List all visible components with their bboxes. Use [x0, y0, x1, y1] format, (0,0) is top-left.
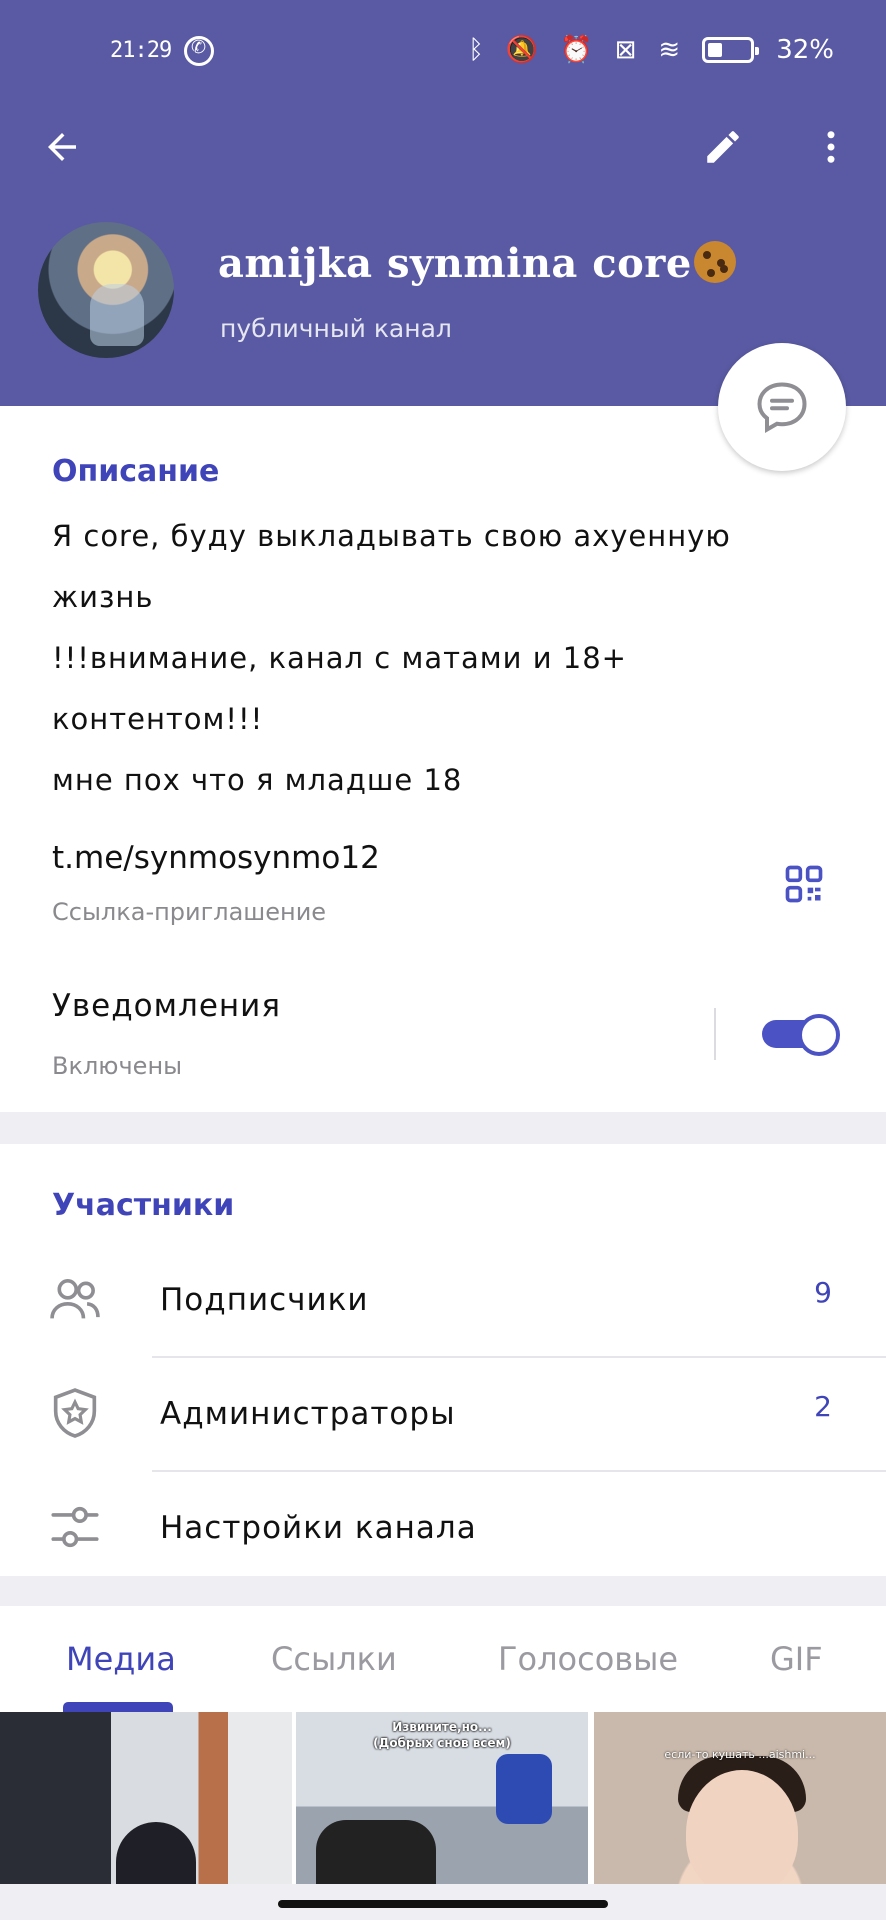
people-icon — [50, 1279, 100, 1319]
row-label: Администраторы — [160, 1396, 456, 1432]
administrators-count: 2 — [814, 1390, 832, 1423]
info-section: Описание Я core, буду выкладывать свою а… — [0, 406, 886, 1112]
media-thumbnail-blue — [496, 1754, 552, 1824]
whatsapp-icon — [184, 36, 214, 66]
description-title: Описание — [52, 454, 220, 489]
status-bar: 21:29 ᛒ 🔕 ⏰ ⊠ ≋ 32% — [0, 30, 886, 74]
description-line: !!!внимание, канал с матами и 18+ — [52, 641, 627, 675]
battery-icon — [702, 37, 760, 63]
shield-star-icon — [53, 1388, 97, 1438]
status-icons: ᛒ 🔕 ⏰ ⊠ ≋ 32% — [468, 34, 834, 66]
row-label: Настройки канала — [160, 1510, 477, 1546]
channel-description: Я core, буду выкладывать свою ахуенную ж… — [52, 506, 852, 811]
notifications-toggle[interactable] — [760, 1012, 840, 1056]
description-line: Я core, буду выкладывать свою ахуенную — [52, 519, 731, 553]
cookie-emoji-icon — [693, 241, 736, 283]
discuss-button[interactable] — [718, 343, 846, 471]
qr-code-icon — [785, 865, 823, 903]
more-vert-icon — [827, 131, 835, 163]
tab-voice[interactable]: Голосовые — [498, 1640, 678, 1678]
tab-media[interactable]: Медиа — [66, 1640, 176, 1678]
gesture-home-bar[interactable] — [278, 1900, 608, 1908]
thumbnail-caption: если-то кушать ...aishmi... — [664, 1748, 816, 1761]
members-title: Участники — [52, 1188, 235, 1223]
more-options-button[interactable] — [796, 112, 866, 182]
mute-icon: 🔕 — [505, 35, 539, 65]
notifications-label: Уведомления — [52, 988, 281, 1024]
sliders-icon — [51, 1506, 99, 1548]
channel-settings-row[interactable]: Настройки канала — [0, 1472, 886, 1586]
channel-title: amijka synmina core — [218, 240, 736, 287]
subscribers-count: 9 — [814, 1276, 832, 1309]
channel-avatar[interactable] — [38, 222, 174, 358]
channel-name: amijka synmina core — [218, 240, 692, 287]
media-grid: Извините,но... (Добрых снов всем) если-т… — [0, 1712, 886, 1884]
description-line: контентом!!! — [52, 702, 264, 736]
battery-percent: 32% — [776, 35, 834, 65]
back-button[interactable] — [27, 112, 97, 182]
divider — [714, 1008, 716, 1060]
qr-code-button[interactable] — [782, 862, 826, 906]
channel-type: публичный канал — [220, 314, 452, 343]
description-line: жизнь — [52, 580, 154, 614]
tab-links[interactable]: Ссылки — [271, 1640, 397, 1678]
administrators-row[interactable]: Администраторы 2 — [0, 1358, 886, 1472]
thumbnail-caption: (Добрых снов всем) — [373, 1736, 511, 1750]
thumbnail-caption: Извините,но... — [392, 1720, 492, 1734]
status-time: 21:29 — [110, 38, 172, 63]
wifi-icon: ≋ — [658, 35, 681, 65]
media-thumbnail[interactable]: Извините,но... (Добрых снов всем) — [296, 1712, 588, 1884]
invite-link-caption: Ссылка-приглашение — [52, 898, 327, 926]
no-sim-icon: ⊠ — [614, 35, 637, 65]
bluetooth-icon: ᛒ — [468, 35, 484, 65]
media-thumbnail[interactable] — [0, 1712, 292, 1884]
alarm-icon: ⏰ — [560, 35, 593, 65]
tab-gif[interactable]: GIF — [770, 1640, 823, 1678]
media-thumbnail-face — [686, 1770, 798, 1884]
chat-bubble-icon — [757, 382, 807, 433]
members-section: Участники Подписчики 9 Администраторы 2 … — [0, 1144, 886, 1576]
row-label: Подписчики — [160, 1282, 369, 1318]
edit-button[interactable] — [688, 112, 758, 182]
media-tabs: Медиа Ссылки Голосовые GIF — [0, 1606, 886, 1712]
active-tab-indicator — [63, 1702, 173, 1712]
invite-link[interactable]: t.me/synmosynmo12 — [52, 840, 380, 876]
subscribers-row[interactable]: Подписчики 9 — [0, 1244, 886, 1358]
pencil-icon — [707, 131, 739, 163]
top-app-bar — [0, 112, 886, 182]
description-line: мне пох что я младше 18 — [52, 763, 463, 797]
arrow-left-icon — [48, 133, 76, 161]
toggle-knob — [798, 1014, 840, 1056]
notifications-state: Включены — [52, 1052, 183, 1080]
media-thumbnail-dark — [316, 1820, 436, 1884]
media-thumbnail[interactable]: если-то кушать ...aishmi... — [594, 1712, 886, 1884]
channel-header: 21:29 ᛒ 🔕 ⏰ ⊠ ≋ 32% amijka synmina core … — [0, 0, 886, 406]
